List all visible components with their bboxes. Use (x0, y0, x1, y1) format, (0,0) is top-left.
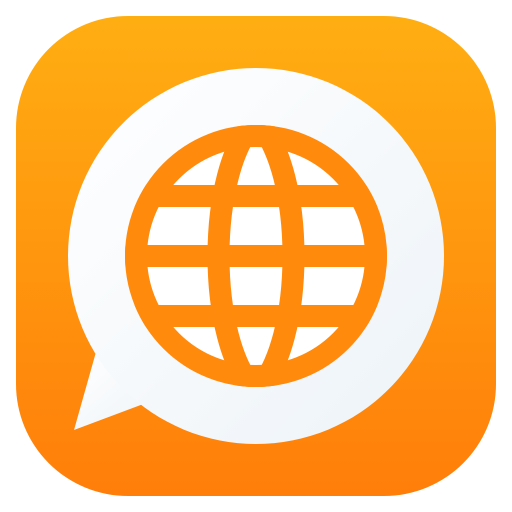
app-icon-graphic (16, 16, 496, 496)
app-icon (0, 0, 512, 512)
